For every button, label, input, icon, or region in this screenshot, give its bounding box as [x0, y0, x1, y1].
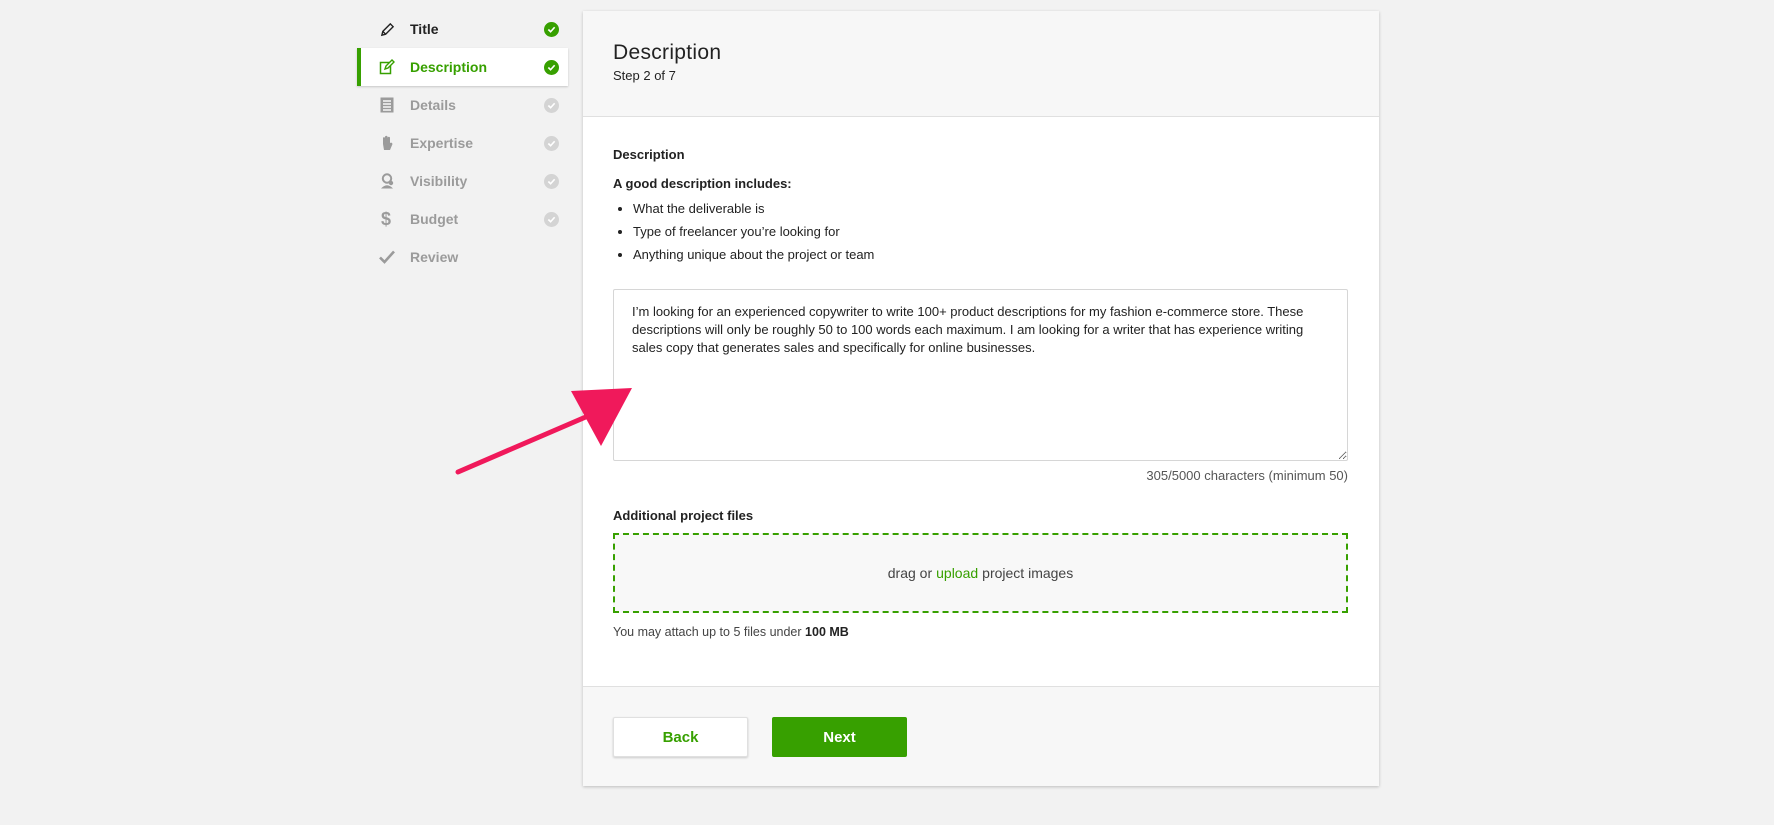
- next-button[interactable]: Next: [772, 717, 907, 757]
- sidebar-item-budget[interactable]: $ Budget: [357, 200, 568, 238]
- sidebar-item-label: Budget: [410, 211, 459, 227]
- list-item: What the deliverable is: [633, 197, 1349, 220]
- sidebar-item-label: Review: [410, 249, 459, 265]
- back-button[interactable]: Back: [613, 717, 748, 757]
- drop-text-prefix: drag or: [887, 565, 933, 581]
- checkmark-icon: [378, 248, 396, 266]
- character-counter: 305/5000 characters (minimum 50): [1146, 468, 1348, 483]
- sidebar-item-label: Expertise: [410, 135, 474, 151]
- tips-list: What the deliverable is Type of freelanc…: [613, 197, 1349, 266]
- upload-link[interactable]: upload: [936, 565, 978, 581]
- edit-icon: [378, 58, 396, 76]
- sidebar-item-label: Visibility: [410, 173, 468, 189]
- sidebar-item-title[interactable]: Title: [357, 10, 568, 48]
- sidebar-item-label: Description: [410, 59, 488, 75]
- card-header: Description Step 2 of 7: [583, 11, 1379, 117]
- card-body: Description A good description includes:…: [583, 117, 1379, 686]
- description-form-card: Description Step 2 of 7 Description A go…: [583, 11, 1379, 786]
- files-label: Additional project files: [613, 508, 754, 523]
- list-item: Anything unique about the project or tea…: [633, 243, 1349, 266]
- step-sidebar: Title Description Details Expertise Visi…: [357, 10, 568, 276]
- check-circle-icon: [544, 135, 559, 151]
- sidebar-item-visibility[interactable]: Visibility: [357, 162, 568, 200]
- drop-text-suffix: project images: [982, 565, 1074, 581]
- dollar-icon: $: [378, 210, 396, 228]
- svg-text:$: $: [381, 210, 391, 228]
- list-item: Type of freelancer you’re looking for: [633, 220, 1349, 243]
- sidebar-item-label: Title: [410, 21, 439, 37]
- check-circle-icon: [544, 21, 559, 37]
- description-textarea[interactable]: I’m looking for an experienced copywrite…: [613, 289, 1348, 461]
- user-icon: [378, 172, 396, 190]
- check-circle-icon: [544, 173, 559, 189]
- attach-note-text: You may attach up to 5 files under: [613, 625, 802, 639]
- check-circle-icon: [544, 59, 559, 75]
- step-indicator: Step 2 of 7: [613, 68, 676, 83]
- check-circle-icon: [544, 97, 559, 113]
- tips-heading: A good description includes:: [613, 176, 792, 191]
- description-label: Description: [613, 147, 685, 162]
- file-dropzone[interactable]: drag or upload project images: [613, 533, 1348, 613]
- sidebar-item-description[interactable]: Description: [357, 48, 568, 86]
- attach-size-limit: 100 MB: [805, 625, 849, 639]
- page-title: Description: [613, 41, 722, 64]
- card-footer: Back Next: [583, 686, 1379, 786]
- sidebar-item-label: Details: [410, 97, 456, 113]
- sidebar-item-expertise[interactable]: Expertise: [357, 124, 568, 162]
- pencil-icon: [378, 20, 396, 38]
- attach-limit-note: You may attach up to 5 files under 100 M…: [613, 625, 1349, 639]
- hand-icon: [378, 134, 396, 152]
- list-icon: [378, 96, 396, 114]
- check-circle-icon: [544, 211, 559, 227]
- sidebar-item-review[interactable]: Review: [357, 238, 568, 276]
- sidebar-item-details[interactable]: Details: [357, 86, 568, 124]
